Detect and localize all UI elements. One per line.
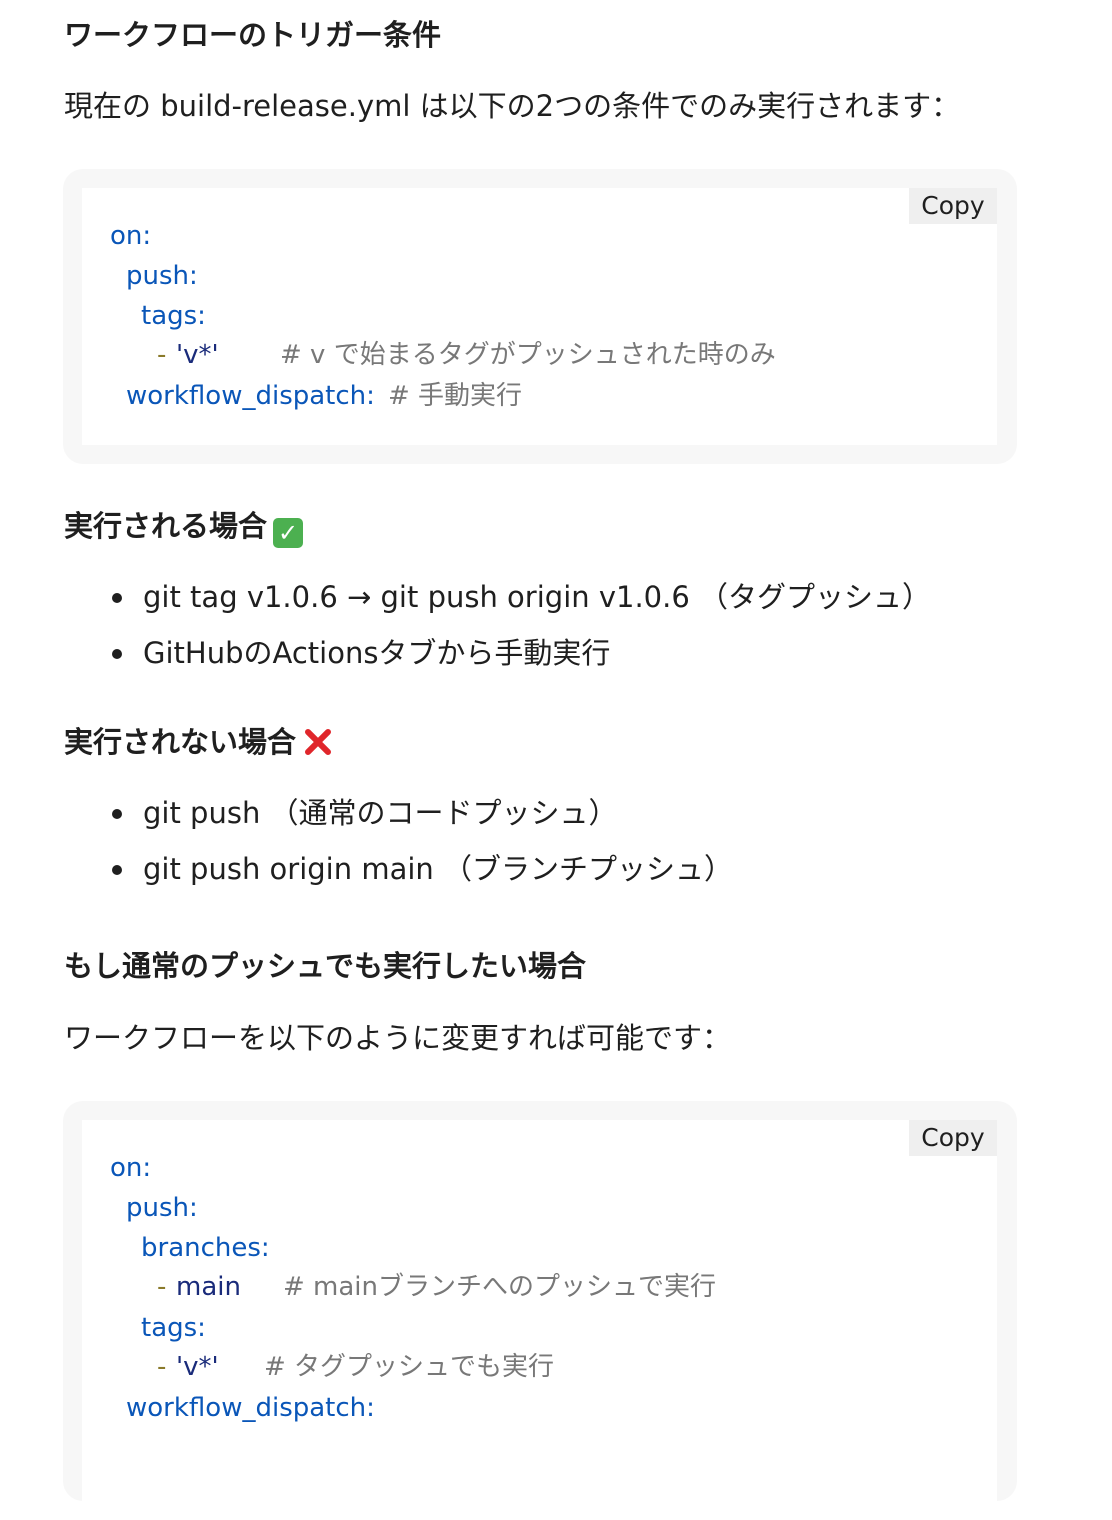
- bullet-icon: [112, 649, 122, 659]
- runs-heading-text: 実行される場合: [64, 509, 268, 543]
- trigger-intro: 現在の build-release.yml は以下の2つの条件でのみ実行されます…: [64, 89, 961, 123]
- code-dash: -: [157, 1352, 167, 1382]
- list-item-text: git push （通常のコードプッシュ）: [143, 796, 618, 830]
- code-block-1-body: Copy on: push: tags: - 'v*' # v で始まるタグがプ…: [82, 188, 997, 445]
- bullet-icon: [112, 809, 122, 819]
- code-comment: # v で始まるタグがプッシュされた時のみ: [280, 340, 776, 370]
- code-comment: # 手動実行: [388, 381, 523, 411]
- code-key: push:: [126, 1193, 198, 1223]
- notrun-heading-text: 実行されない場合: [64, 725, 297, 759]
- copy-button[interactable]: Copy: [909, 1120, 997, 1156]
- code-block-2: Copy on: push: branches: - main # mainブラ…: [63, 1101, 1017, 1520]
- code-comment: # タグプッシュでも実行: [264, 1352, 555, 1382]
- code-dash: -: [157, 1272, 167, 1302]
- code-key: tags:: [141, 301, 206, 331]
- list-item-text: git push origin main （ブランチプッシュ）: [143, 852, 734, 886]
- list-item: git tag v1.0.6 → git push origin v1.0.6 …: [112, 569, 931, 625]
- notrun-list: git push （通常のコードプッシュ） git push origin ma…: [112, 785, 733, 897]
- list-item-text: GitHubのActionsタブから手動実行: [143, 636, 611, 670]
- code-key: workflow_dispatch:: [126, 381, 375, 411]
- code-dash: -: [157, 340, 167, 370]
- bullet-icon: [112, 593, 122, 603]
- runs-list: git tag v1.0.6 → git push origin v1.0.6 …: [112, 569, 931, 681]
- code-block-2-body: Copy on: push: branches: - main # mainブラ…: [82, 1120, 997, 1520]
- notrun-heading: 実行されない場合: [64, 725, 334, 760]
- code-key: branches:: [141, 1233, 270, 1263]
- runs-heading: 実行される場合 ✓: [64, 509, 304, 548]
- code-key: on:: [110, 221, 152, 251]
- list-item: git push origin main （ブランチプッシュ）: [112, 841, 733, 897]
- cross-mark-icon: [305, 729, 332, 755]
- bullet-icon: [112, 865, 122, 875]
- code-key: tags:: [141, 1313, 206, 1343]
- copy-button[interactable]: Copy: [909, 188, 997, 224]
- code-value: 'v*': [176, 340, 219, 370]
- change-intro: ワークフローを以下のように変更すれば可能です：: [64, 1021, 732, 1055]
- code-value: 'v*': [176, 1352, 219, 1382]
- code-comment: # mainブランチへのプッシュで実行: [283, 1272, 717, 1302]
- code-value: main: [176, 1272, 241, 1302]
- list-item: GitHubのActionsタブから手動実行: [112, 625, 931, 681]
- list-item: git push （通常のコードプッシュ）: [112, 785, 733, 841]
- check-mark-icon: ✓: [273, 518, 304, 548]
- code-key: workflow_dispatch:: [126, 1393, 375, 1423]
- code-key: on:: [110, 1153, 152, 1183]
- code-block-1: Copy on: push: tags: - 'v*' # v で始まるタグがプ…: [63, 169, 1017, 464]
- trigger-heading: ワークフローのトリガー条件: [64, 18, 442, 52]
- list-item-text: git tag v1.0.6 → git push origin v1.0.6 …: [143, 580, 932, 614]
- code-key: push:: [126, 261, 198, 291]
- change-heading: もし通常のプッシュでも実行したい場合: [64, 949, 587, 983]
